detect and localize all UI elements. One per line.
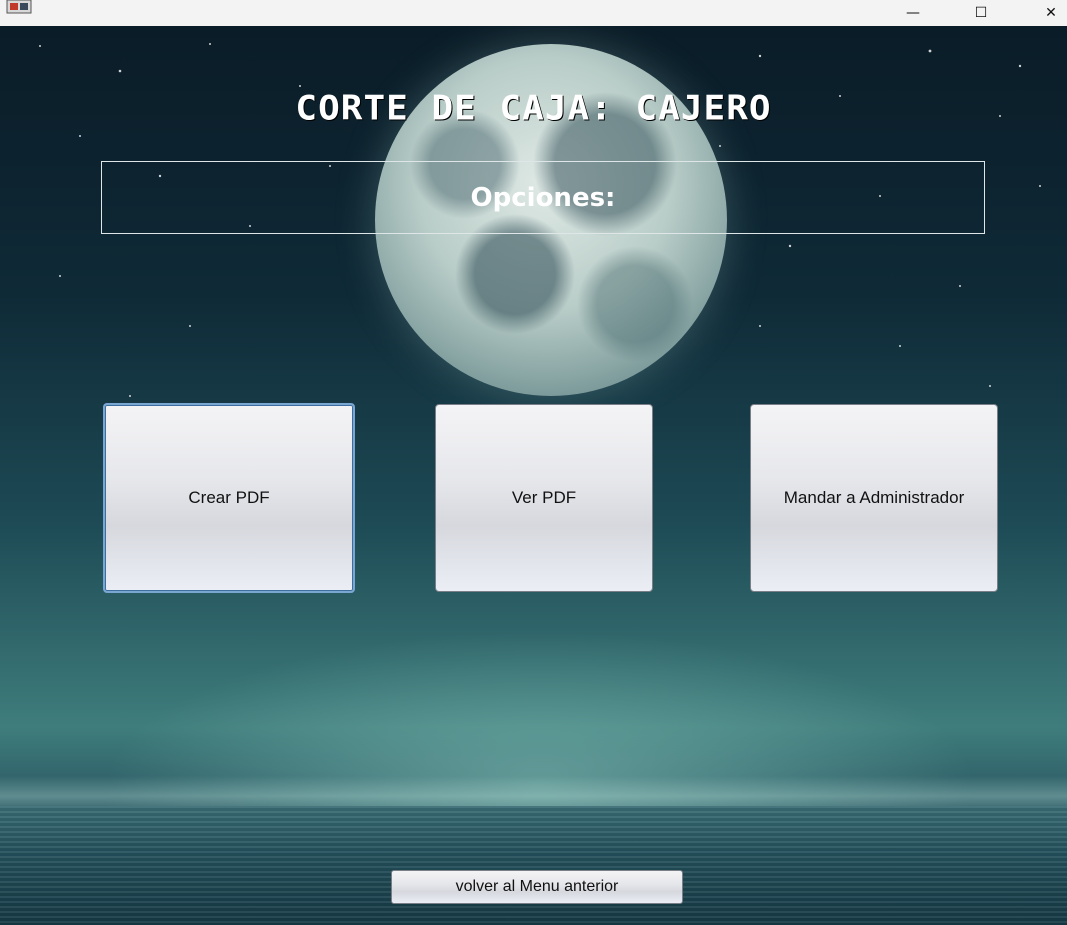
- crear-pdf-button[interactable]: Crear PDF: [103, 403, 355, 593]
- options-label: Opciones:: [470, 182, 616, 213]
- title-bar: — ☐ ✕: [0, 0, 1067, 26]
- sea-image: [0, 806, 1067, 925]
- minimize-icon[interactable]: —: [890, 0, 936, 26]
- maximize-icon[interactable]: ☐: [958, 0, 1004, 26]
- background-scene: CORTE DE CAJA: CAJERO Opciones: Crear PD…: [0, 26, 1067, 925]
- mandar-administrador-button[interactable]: Mandar a Administrador: [750, 404, 998, 592]
- close-icon[interactable]: ✕: [1028, 0, 1067, 26]
- app-icon: [6, 0, 32, 14]
- volver-menu-button[interactable]: volver al Menu anterior: [391, 870, 683, 904]
- ver-pdf-button[interactable]: Ver PDF: [435, 404, 653, 592]
- options-panel: Opciones:: [101, 161, 985, 234]
- page-title: CORTE DE CAJA: CAJERO: [295, 89, 772, 128]
